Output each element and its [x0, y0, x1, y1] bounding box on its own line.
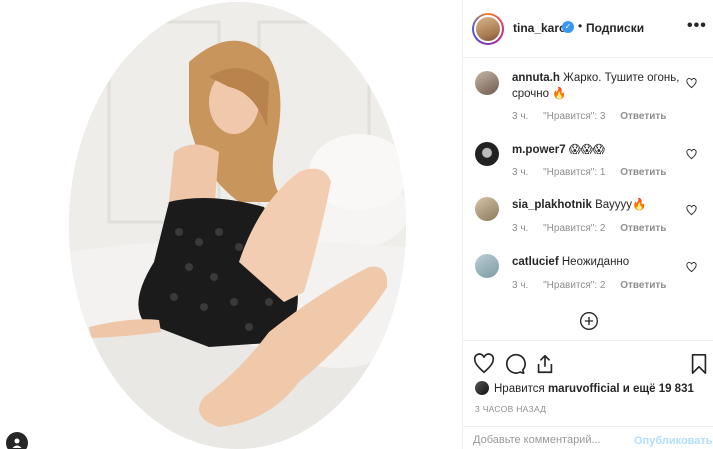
comment-username[interactable]: catlucief	[512, 256, 559, 268]
likes-count[interactable]: и ещё 19 831	[623, 383, 694, 395]
heart-icon[interactable]	[473, 353, 495, 375]
comment-meta: 3 ч. "Нравится": 2 Ответить	[512, 280, 678, 291]
comment-username[interactable]: sia_plakhotnik	[512, 199, 592, 211]
comment-meta: 3 ч. "Нравится": 2 Ответить	[512, 223, 678, 234]
comment-text-block: catlucief Неожиданно	[512, 254, 682, 270]
comments-list[interactable]: annuta.h Жарко. Тушите огонь, срочно 🔥 3…	[463, 58, 713, 340]
comment-likes[interactable]: "Нравится": 2	[543, 280, 605, 291]
author-avatar-image	[474, 15, 502, 43]
like-comment-heart-icon[interactable]	[686, 205, 697, 216]
comment-username[interactable]: m.power7	[512, 144, 566, 156]
reply-button[interactable]: Ответить	[620, 111, 666, 122]
share-icon[interactable]	[534, 353, 556, 375]
comment-meta: 3 ч. "Нравится": 1 Ответить	[512, 167, 678, 178]
comment-avatar[interactable]	[475, 197, 499, 221]
comment-username[interactable]: annuta.h	[512, 72, 560, 84]
comment-body: Вауууу🔥	[595, 199, 647, 211]
reply-button[interactable]: Ответить	[620, 167, 666, 178]
post-timestamp[interactable]: 3 ЧАСОВ НАЗАД	[475, 404, 546, 414]
liker-avatar[interactable]	[475, 381, 489, 395]
comment-avatar[interactable]	[475, 71, 499, 95]
likes-prefix: Нравится	[494, 383, 545, 395]
comment-text-block: m.power7 😱😱😱	[512, 142, 682, 158]
comment-likes[interactable]: "Нравится": 3	[543, 111, 605, 122]
instagram-post-view: tina_karol ✓ • Подписки ••• annuta.h Жар…	[0, 0, 713, 449]
comment-body: Неожиданно	[561, 256, 630, 268]
comment-meta: 3 ч. "Нравится": 3 Ответить	[512, 111, 678, 122]
likes-summary: Нравится maruvofficial и ещё 19 831	[475, 381, 694, 395]
post-actions: Нравится maruvofficial и ещё 19 831 3 ЧА…	[463, 340, 713, 449]
comment-time[interactable]: 3 ч.	[512, 280, 528, 291]
photo-illustration	[69, 2, 406, 449]
comment-likes[interactable]: "Нравится": 2	[543, 223, 605, 234]
more-icon[interactable]: •••	[687, 17, 707, 35]
dot-separator: •	[578, 19, 583, 33]
reply-button[interactable]: Ответить	[620, 223, 666, 234]
post-sidebar: tina_karol ✓ • Подписки ••• annuta.h Жар…	[462, 0, 713, 449]
like-comment-heart-icon[interactable]	[686, 149, 697, 160]
comment-input[interactable]	[473, 434, 623, 446]
post-media[interactable]	[0, 0, 462, 449]
comment-icon[interactable]	[504, 353, 526, 375]
account-icon[interactable]	[6, 432, 28, 449]
like-comment-heart-icon[interactable]	[686, 262, 697, 273]
add-circle-icon[interactable]	[579, 311, 599, 331]
comment-text-block: sia_plakhotnik Вауууу🔥	[512, 197, 682, 213]
comment-avatar[interactable]	[475, 142, 499, 166]
comment-body: 😱😱😱	[568, 144, 605, 156]
comment-time[interactable]: 3 ч.	[512, 223, 528, 234]
verified-icon: ✓	[562, 21, 574, 33]
author-avatar[interactable]	[472, 13, 504, 45]
comment-time[interactable]: 3 ч.	[512, 111, 528, 122]
post-photo[interactable]	[69, 2, 406, 449]
publish-button[interactable]: Опубликовать	[634, 435, 713, 447]
comment-avatar[interactable]	[475, 254, 499, 278]
comment-likes[interactable]: "Нравится": 1	[543, 167, 605, 178]
bookmark-icon[interactable]	[688, 353, 710, 375]
comment-text-block: annuta.h Жарко. Тушите огонь, срочно 🔥	[512, 70, 682, 102]
liker-username[interactable]: maruvofficial	[548, 383, 620, 395]
post-header: tina_karol ✓ • Подписки •••	[463, 0, 713, 58]
comment-time[interactable]: 3 ч.	[512, 167, 528, 178]
like-comment-heart-icon[interactable]	[686, 78, 697, 89]
add-comment-bar: Опубликовать	[463, 426, 713, 449]
following-button[interactable]: Подписки	[586, 21, 644, 35]
reply-button[interactable]: Ответить	[620, 280, 666, 291]
